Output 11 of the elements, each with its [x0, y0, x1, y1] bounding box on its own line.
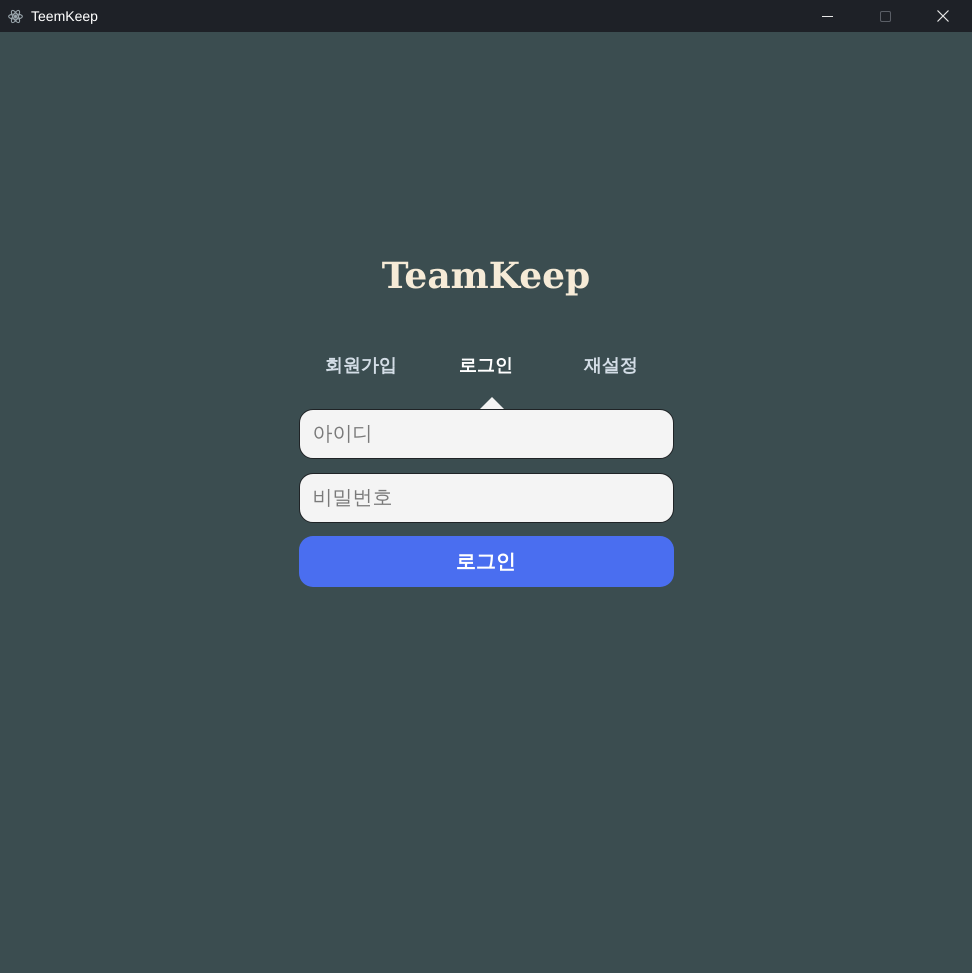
- login-button[interactable]: 로그인: [298, 536, 674, 587]
- tab[interactable]: 재설정: [584, 351, 638, 379]
- tab[interactable]: 로그인: [459, 351, 513, 379]
- window-title: TeemKeep: [31, 6, 98, 26]
- app-title: TeamKeep: [382, 254, 590, 298]
- maximize-icon: [880, 10, 890, 22]
- input-field[interactable]: 비밀번호: [298, 473, 674, 523]
- atom-icon: [8, 8, 23, 24]
- close-icon: [937, 10, 949, 22]
- input-field[interactable]: 아이디: [298, 409, 674, 459]
- tab[interactable]: 회원가입: [325, 351, 397, 379]
